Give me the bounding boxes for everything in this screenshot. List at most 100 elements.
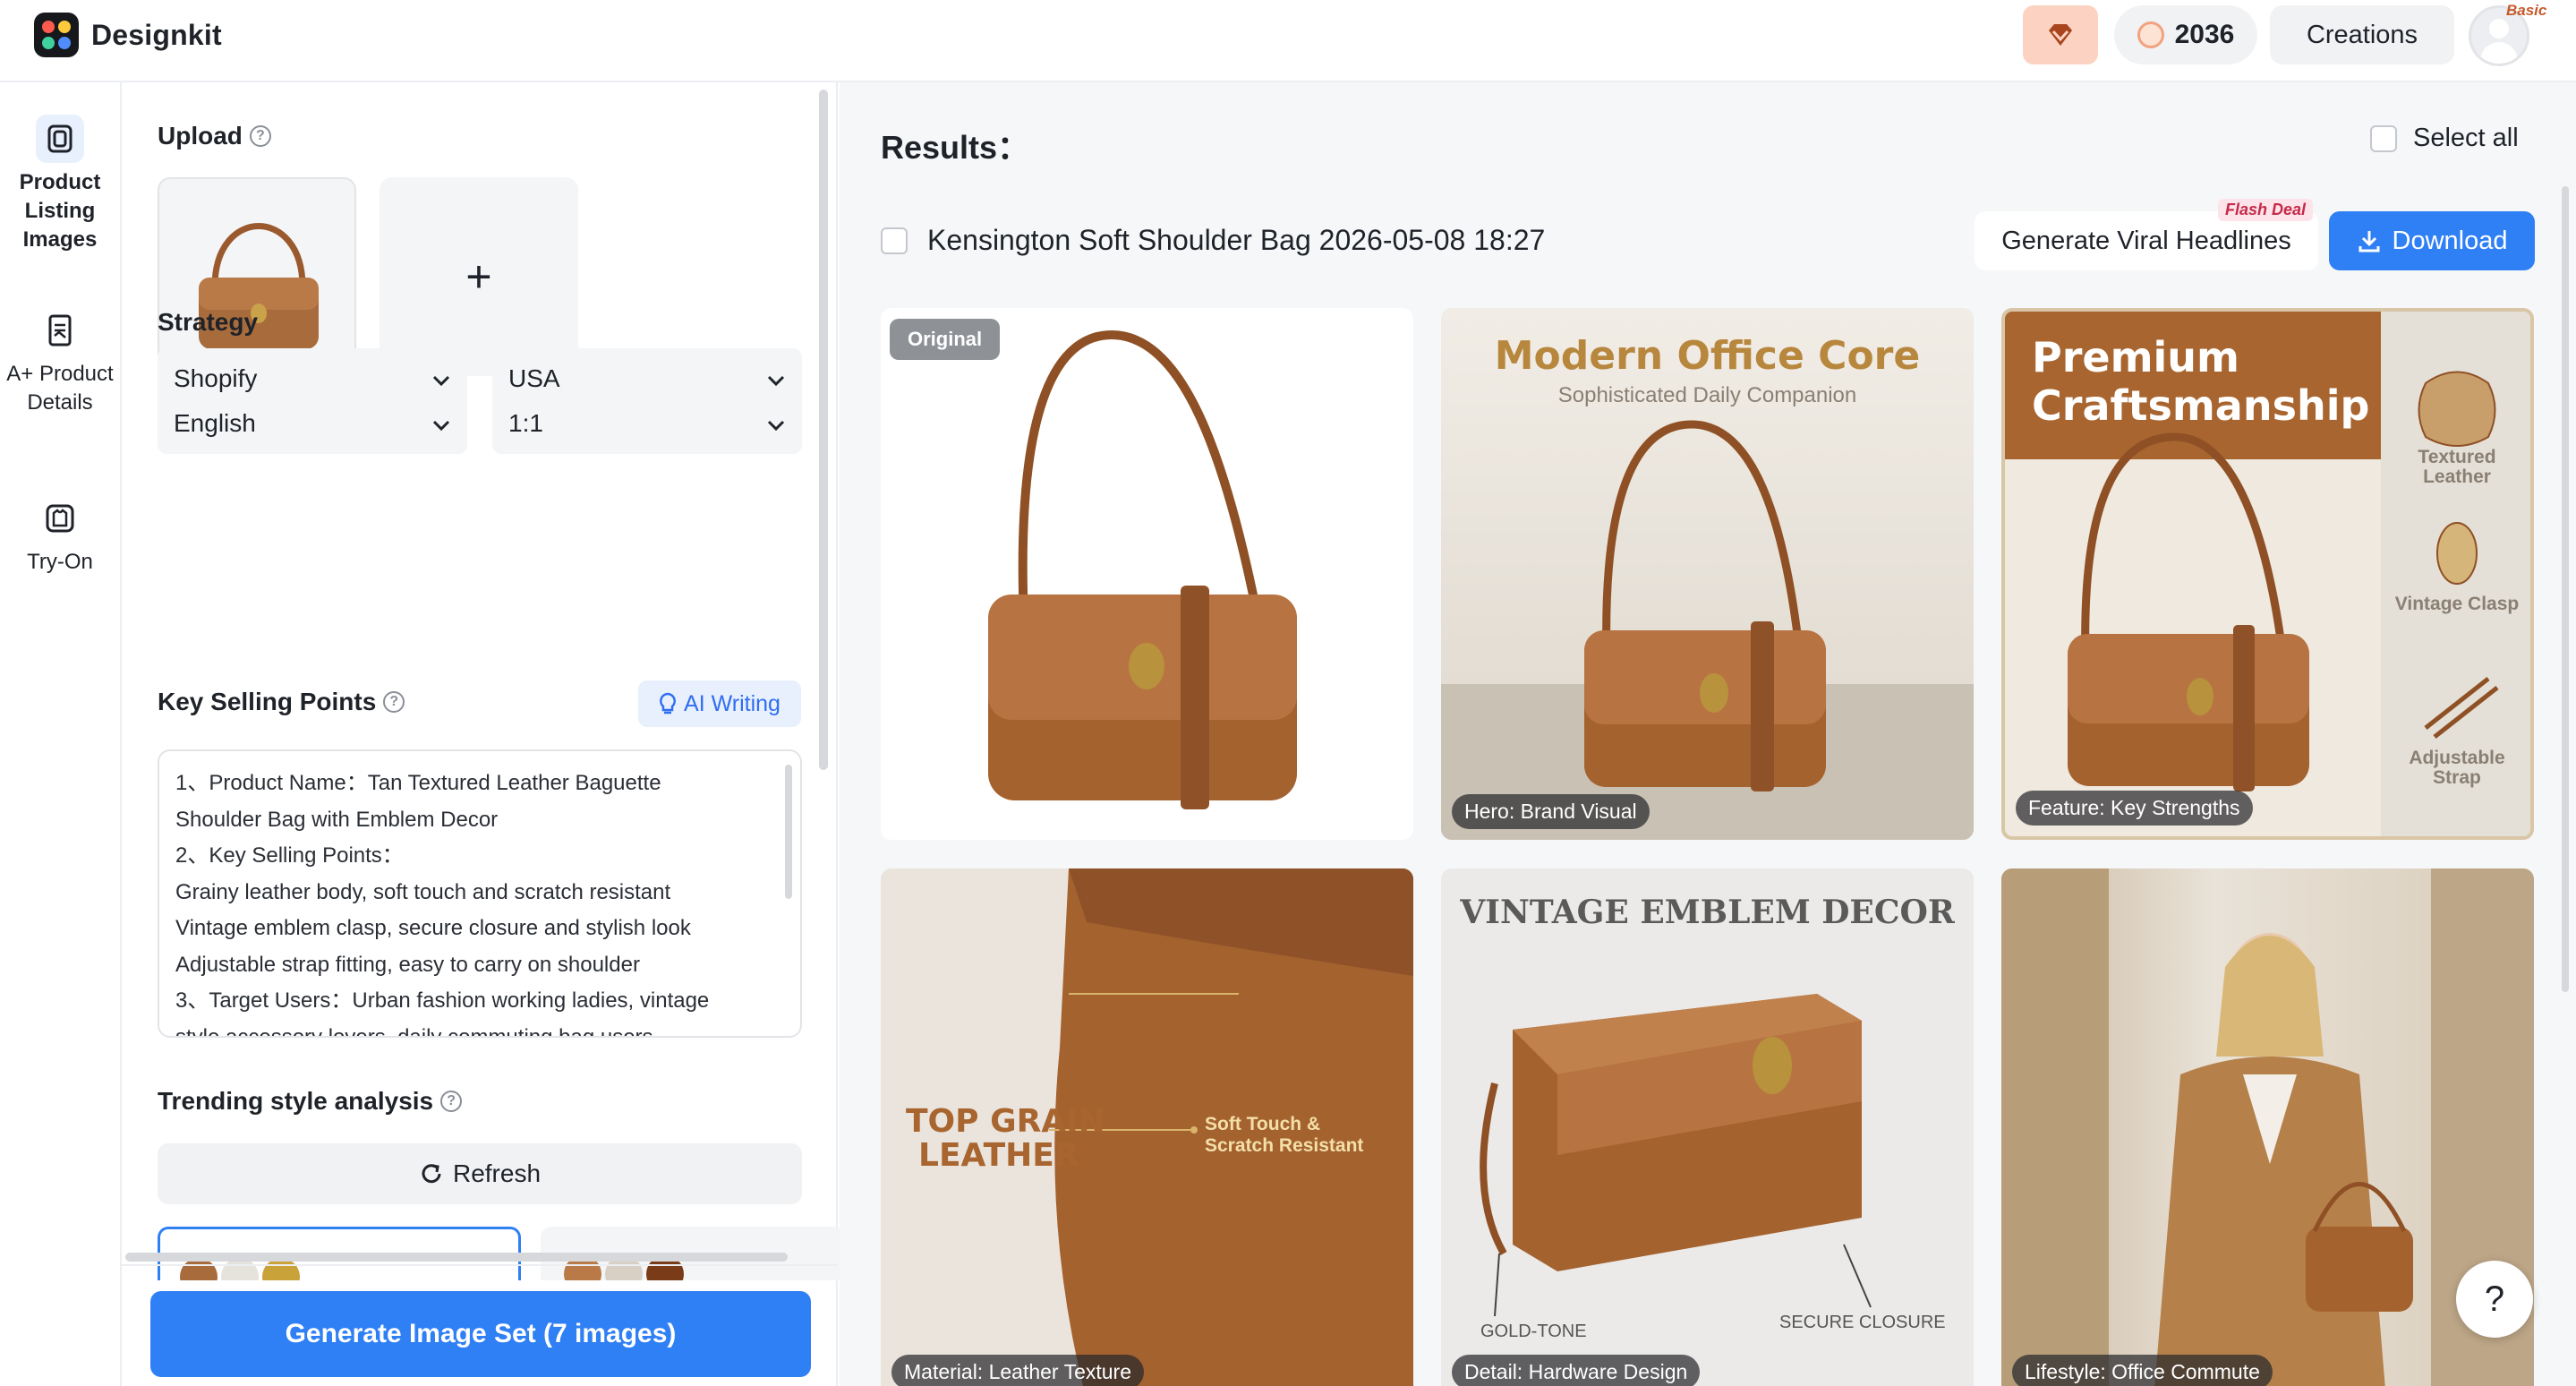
ksp-line: 2、Key Selling Points： xyxy=(175,843,404,868)
help-icon[interactable]: ? xyxy=(440,1091,463,1112)
settings-panel: Upload ? + Strategy Shopify USA English … xyxy=(122,82,845,1386)
country-value: USA xyxy=(508,364,560,392)
lightbulb-icon xyxy=(660,692,676,714)
set-name: Kensington Soft Shoulder Bag 2026-05-08 … xyxy=(927,224,1546,256)
feature-label: Textured Leather xyxy=(2418,447,2496,487)
chevron-down-icon xyxy=(766,364,786,393)
card-caption: Hero: Brand Visual xyxy=(1452,794,1650,829)
ksp-line: Adjustable strap fitting, easy to carry … xyxy=(175,952,640,977)
detail-bag-image xyxy=(1480,994,1872,1317)
key-selling-points-title: Key Selling Points ? xyxy=(158,688,405,716)
original-tag: Original xyxy=(890,319,1001,360)
app-logo[interactable]: Designkit xyxy=(34,13,222,57)
feature-headline-1: Premium xyxy=(2032,333,2239,381)
add-image-button[interactable]: + xyxy=(380,177,578,376)
vip-gem-button[interactable] xyxy=(2023,5,2098,64)
result-set-header: Kensington Soft Shoulder Bag 2026-05-08 … xyxy=(881,224,1545,257)
detail-label-left: GOLD-TONE xyxy=(1480,1322,1587,1341)
results-title: Results： xyxy=(881,129,1030,166)
result-card-hero[interactable]: Modern Office Core Sophisticated Daily C… xyxy=(1441,308,1974,840)
ai-writing-label: AI Writing xyxy=(684,690,780,716)
hero-headline: Modern Office Core xyxy=(1494,333,1921,379)
panel-divider xyxy=(122,1264,838,1266)
logo-icon xyxy=(34,13,79,57)
result-card-detail[interactable]: VINTAGE EMBLEM DECOR GOLD-TONE SECURE CL… xyxy=(1441,868,1974,1386)
chevron-down-icon xyxy=(766,409,786,438)
set-checkbox[interactable] xyxy=(881,227,908,254)
hero-subhead: Sophisticated Daily Companion xyxy=(1557,383,1857,407)
ai-writing-button[interactable]: AI Writing xyxy=(638,680,801,727)
download-label: Download xyxy=(2392,226,2508,255)
upload-section-title: Upload ? xyxy=(158,122,271,150)
upload-title-text: Upload xyxy=(158,122,243,150)
coin-icon xyxy=(2137,21,2164,48)
feature-label: Vintage Clasp xyxy=(2394,594,2520,614)
select-all-checkbox[interactable] xyxy=(2370,124,2397,152)
result-card-material[interactable]: TOP GRAIN LEATHER Soft Touch & Scratch R… xyxy=(881,868,1413,1386)
refresh-icon xyxy=(422,1164,441,1184)
results-area: Results： Select all Kensington Soft Shou… xyxy=(840,82,2576,1386)
card-caption: Feature: Key Strengths xyxy=(2016,791,2253,826)
rail-label: Product Listing Images xyxy=(19,170,101,252)
ksp-line: style accessory lovers, daily commuting … xyxy=(175,1024,653,1038)
style-cards-scrollbar[interactable] xyxy=(125,1253,788,1262)
result-card-feature[interactable]: Premium Craftsmanship Textured Leather V… xyxy=(2001,308,2534,840)
rail-label: Try-On xyxy=(27,550,93,574)
material-note-2: Scratch Resistant xyxy=(1205,1135,1364,1156)
chevron-down-icon xyxy=(431,409,451,438)
ksp-line: 3、Target Users：Urban fashion working lad… xyxy=(175,988,710,1013)
platform-value: Shopify xyxy=(174,364,258,392)
app-name: Designkit xyxy=(91,18,222,51)
language-value: English xyxy=(174,409,256,437)
rail-label: A+ Product Details xyxy=(6,362,114,415)
trending-title-text: Trending style analysis xyxy=(158,1087,434,1115)
lifestyle-model-image xyxy=(2001,868,2534,1386)
flash-deal-badge: Flash Deal xyxy=(2218,199,2314,221)
selling-points-textarea[interactable]: 1、Product Name：Tan Textured Leather Bagu… xyxy=(158,749,802,1038)
creations-button[interactable]: Creations xyxy=(2270,5,2454,64)
refresh-button[interactable]: Refresh xyxy=(158,1143,802,1204)
select-all-control[interactable]: Select all xyxy=(2370,124,2519,153)
help-icon[interactable]: ? xyxy=(383,691,405,713)
result-card-lifestyle[interactable]: Lifestyle: Office Commute xyxy=(2001,868,2534,1386)
try-on-icon xyxy=(36,494,84,543)
material-headline-2: LEATHER xyxy=(918,1137,1079,1174)
card-caption: Material: Leather Texture xyxy=(891,1355,1144,1386)
handbag-thumbnail-image xyxy=(199,223,319,349)
rail-item-a-plus-details[interactable]: A+ Product Details xyxy=(0,306,120,417)
detail-label-right: SECURE CLOSURE xyxy=(1779,1313,1946,1332)
rail-item-try-on[interactable]: Try-On xyxy=(0,494,120,577)
uploaded-product-thumbnail[interactable] xyxy=(158,177,356,376)
help-button[interactable]: ? xyxy=(2456,1261,2533,1338)
card-caption: Lifestyle: Office Commute xyxy=(2012,1355,2273,1386)
a-plus-details-icon xyxy=(36,306,84,355)
product-listing-icon xyxy=(36,115,84,163)
download-button[interactable]: Download xyxy=(2329,211,2535,270)
aspect-ratio-value: 1:1 xyxy=(508,409,543,437)
credits-count: 2036 xyxy=(2174,20,2235,49)
result-card-original[interactable]: Original xyxy=(881,308,1413,840)
help-icon[interactable]: ? xyxy=(249,125,271,147)
results-scrollbar[interactable] xyxy=(2562,186,2569,992)
language-select[interactable]: English xyxy=(158,393,467,454)
chevron-down-icon xyxy=(431,364,451,393)
credits-balance[interactable]: 2036 xyxy=(2114,5,2257,64)
feature-headline-2: Craftsmanship xyxy=(2032,381,2370,430)
material-headline-1: TOP GRAIN xyxy=(906,1103,1105,1140)
strategy-section-title: Strategy xyxy=(158,308,259,336)
textarea-scrollbar[interactable] xyxy=(785,765,792,899)
top-bar: Designkit 2036 Creations Basic xyxy=(0,0,2576,82)
rail-item-product-listing[interactable]: Product Listing Images xyxy=(0,115,120,254)
ksp-line: Grainy leather body, soft touch and scra… xyxy=(175,879,671,904)
card-caption: Detail: Hardware Design xyxy=(1452,1355,1701,1386)
left-nav-rail: Product Listing Images A+ Product Detail… xyxy=(0,82,122,1386)
gem-icon xyxy=(2049,24,2072,46)
ksp-title-text: Key Selling Points xyxy=(158,688,377,715)
aspect-ratio-select[interactable]: 1:1 xyxy=(492,393,802,454)
trending-style-title: Trending style analysis ? xyxy=(158,1087,463,1116)
generate-image-set-button[interactable]: Generate Image Set (7 images) xyxy=(150,1291,811,1377)
plan-badge: Basic xyxy=(2506,2,2547,19)
panel-scrollbar[interactable] xyxy=(819,90,828,770)
feature-label: Adjustable Strap xyxy=(2409,748,2505,788)
material-note-1: Soft Touch & xyxy=(1205,1114,1321,1134)
